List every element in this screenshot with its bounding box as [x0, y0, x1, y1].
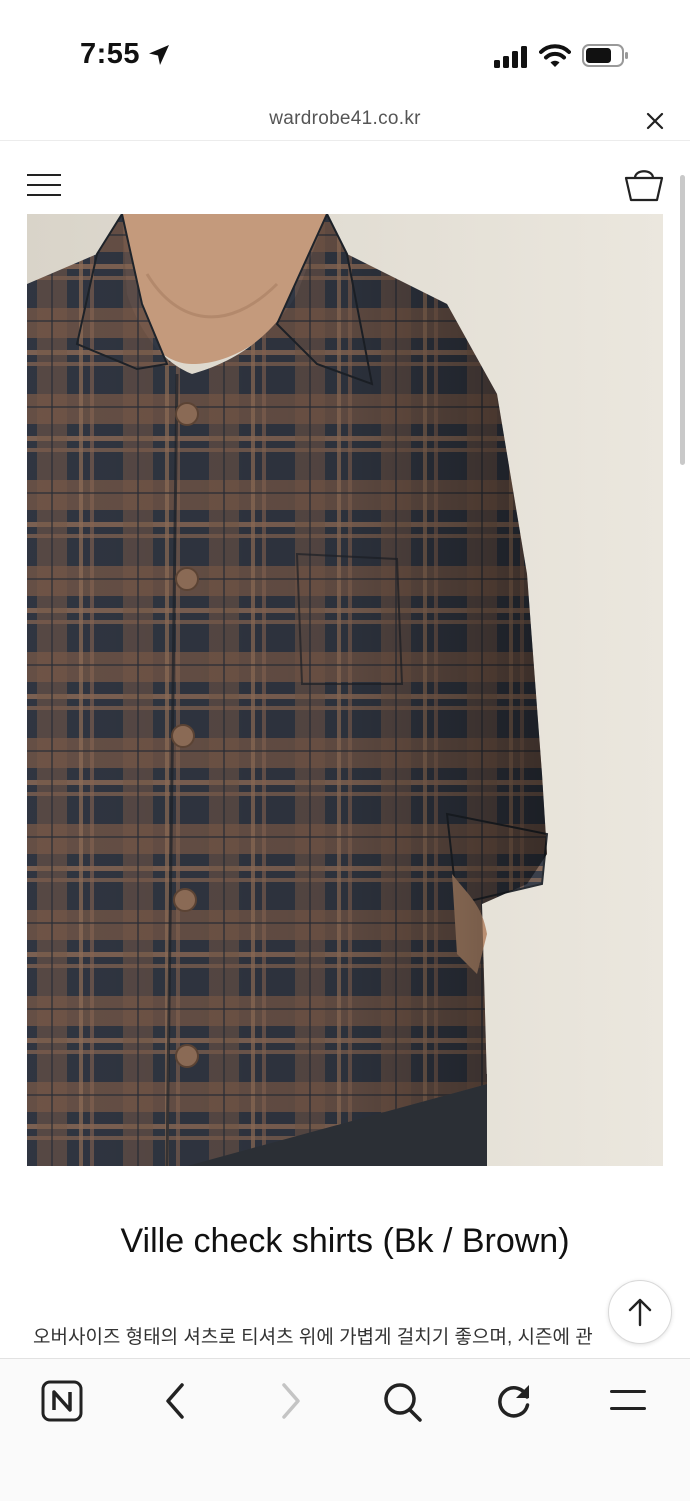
forward-chevron-icon[interactable]: [266, 1379, 314, 1423]
wifi-icon: [539, 44, 571, 67]
status-time: 7:55: [80, 38, 141, 70]
hamburger-menu-icon[interactable]: [27, 173, 61, 199]
naver-home-icon[interactable]: [38, 1379, 86, 1423]
battery-icon: [582, 44, 628, 67]
refresh-icon[interactable]: [491, 1379, 539, 1423]
browser-url-bar[interactable]: wardrobe41.co.kr: [0, 100, 690, 141]
close-icon[interactable]: [644, 110, 666, 132]
scroll-to-top-button[interactable]: [608, 1280, 672, 1344]
product-description: 오버사이즈 형태의 셔츠로 티셔츠 위에 가볍게 걸치기 좋으며, 시즌에 관: [33, 1327, 593, 1348]
status-bar: 7:55: [0, 0, 690, 100]
page-scrollbar[interactable]: [680, 175, 685, 465]
shopping-basket-icon[interactable]: [624, 165, 664, 203]
url-text[interactable]: wardrobe41.co.kr: [0, 108, 690, 130]
product-image[interactable]: [27, 214, 663, 1166]
product-title: Ville check shirts (Bk / Brown): [120, 1222, 570, 1260]
menu-icon[interactable]: [604, 1379, 652, 1423]
signal-bars-icon: [494, 46, 527, 68]
browser-bottom-toolbar: [0, 1358, 690, 1501]
back-chevron-icon[interactable]: [152, 1379, 200, 1423]
arrow-up-icon: [628, 1298, 652, 1327]
site-header: [0, 141, 690, 213]
search-icon[interactable]: [378, 1379, 426, 1423]
location-arrow-icon: [149, 45, 169, 65]
product-photo-plaid-shirt: [27, 214, 663, 1166]
